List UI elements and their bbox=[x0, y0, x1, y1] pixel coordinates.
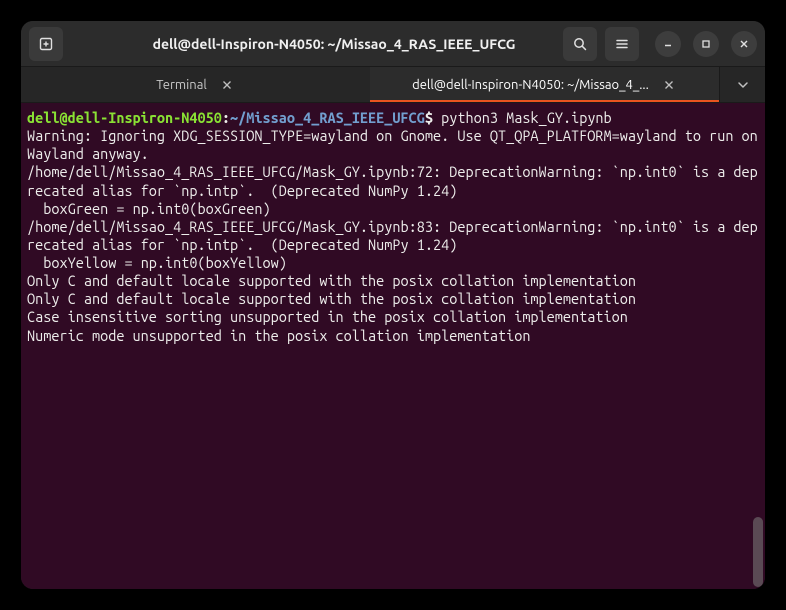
prompt-separator: : bbox=[222, 109, 230, 126]
minimize-button[interactable] bbox=[655, 31, 681, 57]
tab-close-button[interactable] bbox=[661, 77, 677, 93]
scrollbar-thumb[interactable] bbox=[753, 517, 763, 587]
search-icon bbox=[572, 36, 588, 52]
prompt-symbol: $ bbox=[425, 109, 433, 126]
prompt-path: ~/Missao_4_RAS_IEEE_UFCG bbox=[230, 109, 425, 126]
output-line: Only C and default locale supported with… bbox=[27, 290, 636, 307]
close-icon bbox=[664, 80, 674, 90]
prompt-user-host: dell@dell-Inspiron-N4050 bbox=[27, 109, 222, 126]
titlebar: dell@dell-Inspiron-N4050: ~/Missao_4_RAS… bbox=[21, 21, 765, 67]
close-icon bbox=[222, 80, 232, 90]
new-tab-button[interactable] bbox=[29, 27, 63, 61]
hamburger-menu-button[interactable] bbox=[605, 27, 639, 61]
window-controls bbox=[655, 31, 757, 57]
output-line: Numeric mode unsupported in the posix co… bbox=[27, 327, 530, 344]
output-line: /home/dell/Missao_4_RAS_IEEE_UFCG/Mask_G… bbox=[27, 163, 758, 198]
tab-terminal[interactable]: Terminal bbox=[21, 67, 370, 102]
tab-label: dell@dell-Inspiron-N4050: ~/Missao_4_... bbox=[412, 78, 649, 92]
close-icon bbox=[739, 39, 749, 49]
output-line: Warning: Ignoring XDG_SESSION_TYPE=wayla… bbox=[27, 127, 765, 162]
close-button[interactable] bbox=[731, 31, 757, 57]
minimize-icon bbox=[663, 39, 673, 49]
output-line: Only C and default locale supported with… bbox=[27, 272, 636, 289]
output-line: /home/dell/Missao_4_RAS_IEEE_UFCG/Mask_G… bbox=[27, 218, 758, 253]
window-title: dell@dell-Inspiron-N4050: ~/Missao_4_RAS… bbox=[113, 36, 555, 52]
output-line: Case insensitive sorting unsupported in … bbox=[27, 308, 628, 325]
tab-close-button[interactable] bbox=[219, 77, 235, 93]
output-line: boxGreen = np.int0(boxGreen) bbox=[27, 200, 271, 217]
tabs-dropdown-button[interactable] bbox=[719, 67, 765, 102]
search-button[interactable] bbox=[563, 27, 597, 61]
tab-label: Terminal bbox=[156, 78, 207, 92]
maximize-button[interactable] bbox=[693, 31, 719, 57]
output-line: boxYellow = np.int0(boxYellow) bbox=[27, 254, 287, 271]
terminal-window: dell@dell-Inspiron-N4050: ~/Missao_4_RAS… bbox=[21, 21, 765, 589]
tabs-row: Terminal dell@dell-Inspiron-N4050: ~/Mis… bbox=[21, 67, 765, 103]
maximize-icon bbox=[701, 39, 711, 49]
hamburger-icon bbox=[614, 36, 630, 52]
new-tab-icon bbox=[38, 36, 54, 52]
command-text: python3 Mask_GY.ipynb bbox=[441, 109, 612, 126]
tab-active-session[interactable]: dell@dell-Inspiron-N4050: ~/Missao_4_... bbox=[370, 67, 719, 102]
chevron-down-icon bbox=[737, 79, 749, 91]
terminal-content[interactable]: dell@dell-Inspiron-N4050:~/Missao_4_RAS_… bbox=[21, 103, 765, 589]
